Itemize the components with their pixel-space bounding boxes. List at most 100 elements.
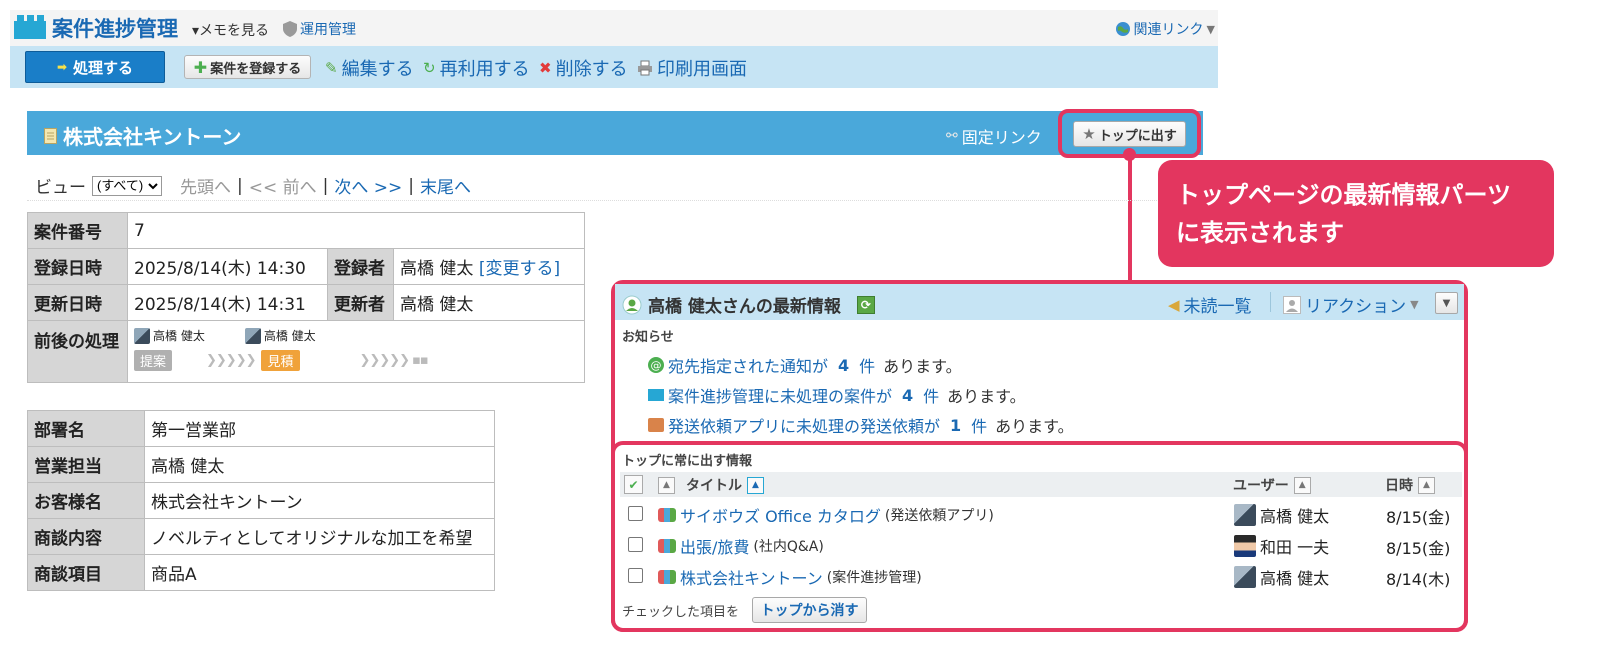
app-icon — [648, 389, 664, 401]
register-button-label: 案件を登録する — [210, 61, 302, 77]
document-icon — [44, 127, 57, 144]
pencil-icon: ✎ — [325, 59, 338, 77]
field-label: お客様名 — [27, 482, 145, 519]
avatar — [1234, 504, 1256, 526]
date-column-header[interactable]: 日時 ▲ — [1385, 475, 1435, 495]
chevron-down-icon: ▼ — [1442, 297, 1451, 309]
sort-up-icon[interactable]: ▲ — [1293, 476, 1311, 494]
notice-item[interactable]: 発送依頼アプリに未処理の発送依頼が 1 件あります。 — [648, 413, 1074, 437]
print-button[interactable]: 印刷用画面 — [637, 55, 747, 81]
notice-count: 4 — [902, 385, 914, 405]
notice-unit: 件 — [971, 417, 988, 436]
refresh-icon[interactable]: ⟳ — [856, 295, 875, 314]
last-link[interactable]: 末尾へ — [420, 173, 471, 198]
sort-up-icon[interactable]: ▲ — [747, 476, 764, 494]
divider — [1270, 292, 1271, 312]
megaphone-icon: ◀ — [1168, 295, 1180, 314]
process-button-label: 処理する — [73, 58, 134, 77]
edit-label: 編集する — [341, 59, 414, 80]
sort-up-icon[interactable]: ▲ — [1418, 476, 1435, 494]
row-checkbox[interactable] — [628, 568, 643, 583]
callout-line: トップページの最新情報パーツ — [1176, 181, 1512, 209]
notice-item[interactable]: 案件進捗管理に未処理の案件が 4 件あります。 — [648, 383, 1026, 407]
table-row: サイボウズ Office カタログ (発送依頼アプリ) 高橋 健太 8/15(金) — [620, 500, 1462, 531]
app-icon — [14, 15, 46, 39]
table-row: 営業担当 高橋 健太 — [27, 446, 495, 483]
row-date: 8/15(金) — [1386, 539, 1451, 558]
case-no-value: 7 — [127, 212, 585, 249]
process-label: 前後の処理 — [27, 320, 128, 383]
pinned-heading: トップに常に出す情報 — [622, 454, 753, 469]
remove-from-top-button[interactable]: トップから消す — [752, 597, 867, 623]
notice-tail: あります。 — [947, 387, 1026, 406]
next-link[interactable]: 次へ >> — [334, 173, 402, 198]
link-icon: ⚯ — [946, 128, 958, 144]
row-title-link[interactable]: 株式会社キントーン — [680, 565, 823, 589]
table-row: 商談項目 商品A — [27, 554, 495, 591]
user-column-header[interactable]: ユーザー ▲ — [1233, 475, 1311, 495]
process-user: 高橋 健太 — [244, 327, 316, 344]
row-title-link[interactable]: サイボウズ Office カタログ — [680, 503, 881, 527]
row-title-link[interactable]: 出張/旅費 — [680, 534, 749, 558]
admin-label: 運用管理 — [300, 22, 356, 38]
table-row: 株式会社キントーン (案件進捗管理) 高橋 健太 8/14(木) — [620, 562, 1462, 593]
case-no-label: 案件番号 — [27, 212, 128, 249]
widget-title-text: 高橋 健太さんの最新情報 — [648, 297, 841, 317]
avatar — [1234, 535, 1256, 557]
chevron-down-icon: ▼ — [1206, 22, 1215, 36]
process-button[interactable]: ➡ 処理する — [25, 51, 165, 83]
title-column-header[interactable]: ▲ タイトル ▲ — [658, 475, 764, 495]
avatar — [244, 327, 261, 344]
field-value: ノベルティとしてオリジナルな加工を希望 — [144, 518, 495, 555]
app-title[interactable]: 案件進捗管理 — [52, 13, 178, 43]
reaction-label: リアクション — [1305, 297, 1407, 317]
table-row: 出張/旅費 (社内Q&A) 和田 一夫 8/15(金) — [620, 531, 1462, 562]
first-link: 先頭へ — [180, 178, 231, 198]
process-user-name: 高橋 健太 — [263, 329, 316, 343]
field-value: 商品A — [144, 554, 495, 591]
record-navigation: ビュー (すべて) 先頭へ | << 前へ | 次へ >> | 末尾へ — [35, 173, 471, 198]
edit-button[interactable]: ✎ 編集する — [325, 55, 414, 81]
admin-link[interactable]: 運用管理 — [283, 19, 356, 39]
people-icon — [658, 539, 676, 553]
column-label: 日時 — [1385, 478, 1413, 494]
select-all-checkbox[interactable]: ✔ — [624, 475, 643, 494]
people-icon — [658, 508, 676, 522]
change-creator-link[interactable]: [変更する] — [479, 259, 560, 279]
table-row: 案件番号 7 — [27, 212, 585, 249]
row-app-name: (案件進捗管理) — [826, 570, 922, 586]
unread-label: 未読一覧 — [1183, 297, 1252, 317]
view-select[interactable]: (すべて) — [92, 175, 162, 196]
memo-toggle[interactable]: ▾メモを見る — [192, 20, 269, 40]
process-user-name: 高橋 健太 — [153, 329, 205, 343]
delete-label: 削除する — [555, 59, 628, 80]
notice-unit: 件 — [859, 357, 876, 376]
unread-list-link[interactable]: ◀ 未読一覧 — [1168, 292, 1252, 318]
delete-button[interactable]: ✖ 削除する — [539, 55, 628, 81]
package-icon — [648, 418, 664, 432]
row-checkbox[interactable] — [628, 506, 643, 521]
related-links[interactable]: 関連リンク ▼ — [1115, 19, 1215, 39]
chevron-down-icon: ▼ — [1410, 298, 1419, 311]
reaction-link[interactable]: リアクション ▼ — [1283, 292, 1419, 317]
updater-label: 更新者 — [327, 284, 394, 321]
column-label: ユーザー — [1233, 478, 1289, 494]
row-app-name: (発送依頼アプリ) — [884, 508, 994, 524]
table-row: 更新日時 2025/8/14(木) 14:31 更新者 高橋 健太 — [27, 284, 585, 321]
prev-link: << 前へ — [248, 178, 317, 198]
notice-text: 発送依頼アプリに未処理の発送依頼が — [668, 417, 941, 436]
sort-up-icon[interactable]: ▲ — [658, 476, 675, 494]
reaction-user-icon — [1283, 295, 1301, 314]
row-user: 高橋 健太 — [1260, 569, 1330, 588]
permalink[interactable]: ⚯ 固定リンク — [946, 124, 1042, 148]
nav-separator: | — [322, 175, 329, 196]
widget-menu-button[interactable]: ▼ — [1435, 292, 1458, 314]
notice-item[interactable]: @ 宛先指定された通知が 4 件あります。 — [648, 353, 962, 377]
remove-prefix-text: チェックした項目を — [622, 605, 740, 620]
widget-title: 高橋 健太さんの最新情報 ⟳ — [622, 292, 875, 317]
reuse-button[interactable]: ↻ 再利用する — [423, 55, 530, 81]
record-fields-table: 部署名 第一営業部 営業担当 高橋 健太 お客様名 株式会社キントーン 商談内容 ノベル… — [27, 410, 495, 591]
row-checkbox[interactable] — [628, 537, 643, 552]
register-button[interactable]: ✚ 案件を登録する — [184, 55, 311, 79]
table-row: 前後の処理 高橋 健太 高橋 健太 提案 ❯❯❯❯❯ 見積 ❯❯❯❯❯ ▪▪ — [27, 320, 585, 383]
